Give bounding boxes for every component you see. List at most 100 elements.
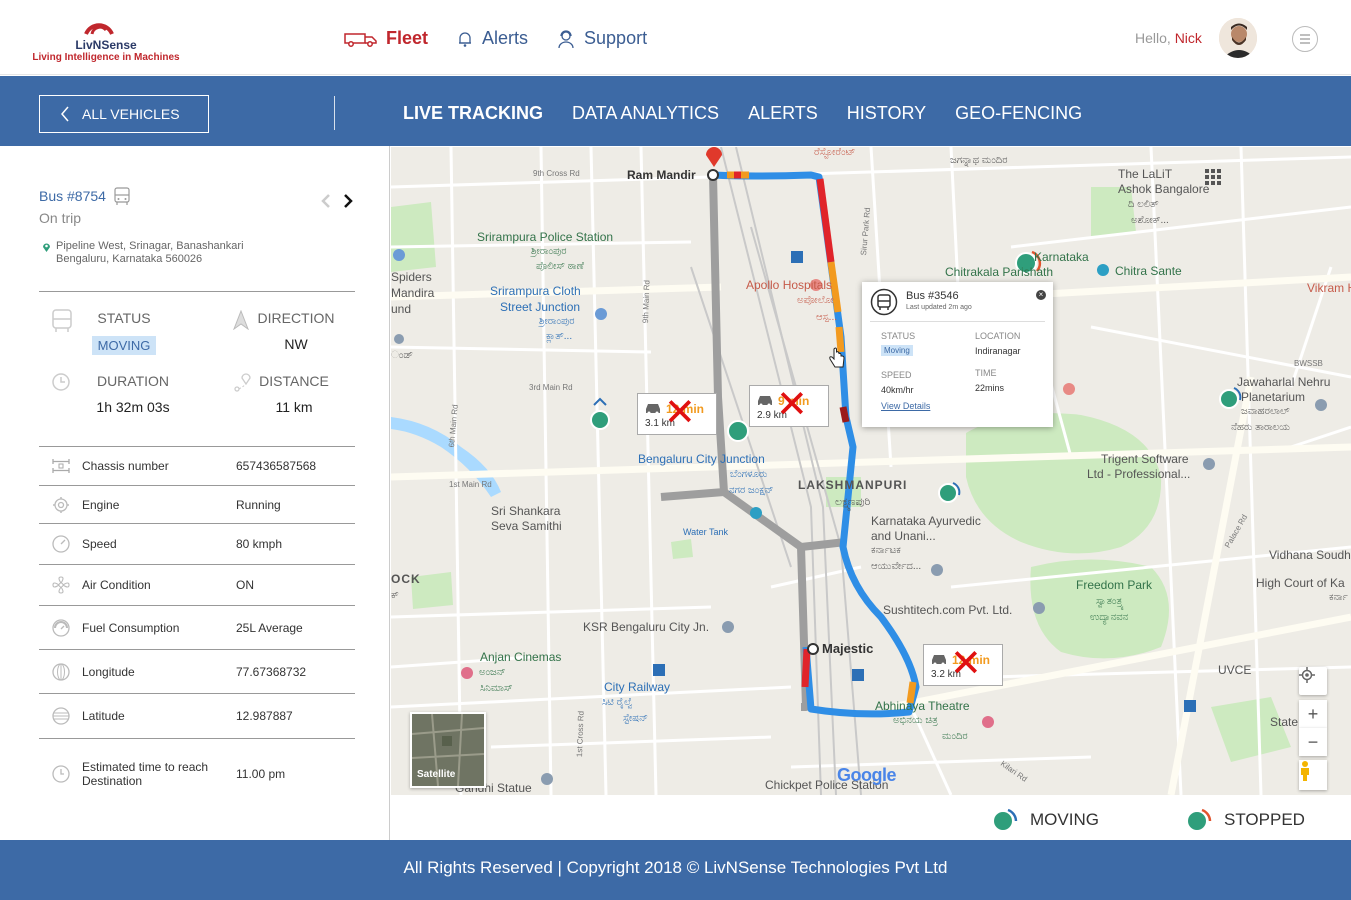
eta-callout[interactable]: 9 min 2.9 km ✕: [749, 384, 829, 427]
vehicle-name: Bus #8754: [39, 188, 106, 204]
hamburger-menu-button[interactable]: [1292, 26, 1318, 52]
chassis-icon: [51, 459, 70, 473]
street-view-button[interactable]: [1299, 760, 1327, 790]
road-label: 3rd Main Rd: [529, 383, 573, 392]
popup-speed-value: 40km/hr: [881, 385, 914, 395]
moving-vehicle-marker[interactable]: [590, 397, 610, 430]
fan-icon: [51, 576, 70, 594]
place-label: Street Junction: [500, 300, 581, 314]
popup-time-label: TIME: [975, 368, 997, 378]
close-x-icon[interactable]: ✕: [950, 643, 982, 683]
poi-pin-icon[interactable]: [1033, 602, 1045, 614]
place-label: Bengaluru City Junction: [638, 452, 765, 466]
place-label: Majestic: [822, 641, 874, 656]
vehicle-title: Bus #8754: [39, 186, 132, 206]
nav-fleet[interactable]: Fleet: [344, 28, 428, 49]
popup-bus-name: Bus #3546: [906, 290, 959, 302]
place-label: Ashok Bangalore: [1118, 182, 1210, 196]
route-end-marker[interactable]: [807, 643, 819, 655]
zoom-out-button[interactable]: −: [1299, 728, 1327, 756]
my-location-button[interactable]: [1299, 667, 1327, 695]
top-nav: Fleet Alerts Support: [344, 28, 647, 49]
nav-alerts[interactable]: Alerts: [456, 28, 528, 49]
metro-icon: [653, 664, 665, 676]
place-label: City Railway: [604, 680, 671, 694]
duration-stat: DURATION 1h 32m 03s: [78, 373, 188, 415]
poi-pin-icon[interactable]: [1203, 458, 1215, 470]
poi-pin-icon[interactable]: [931, 564, 943, 576]
detail-row-eta: Estimated time to reach Destination 11.0…: [39, 746, 355, 802]
poi-pin-icon[interactable]: [722, 621, 734, 633]
all-vehicles-button[interactable]: ALL VEHICLES: [39, 95, 209, 133]
legend-stopped-label: STOPPED: [1224, 810, 1305, 829]
satellite-toggle[interactable]: Satellite: [410, 712, 486, 788]
place-label: BWSSB: [1294, 359, 1323, 368]
brand-logo[interactable]: LivNSense Living Intelligence in Machine…: [26, 6, 196, 66]
place-label: ಬೆಂಗಳೂರು: [730, 469, 768, 480]
poi-pin-icon[interactable]: [461, 667, 473, 679]
google-logo: Google: [837, 765, 897, 786]
nav-support[interactable]: Support: [556, 28, 647, 49]
park-area: [391, 202, 436, 272]
popup-time-value: 22mins: [975, 383, 1005, 393]
road-label: 1st Cross Rd: [575, 710, 586, 758]
view-details-link[interactable]: View Details: [881, 401, 930, 411]
clock-icon: [51, 765, 70, 783]
moving-vehicle-marker[interactable]: [727, 420, 749, 442]
zoom-in-button[interactable]: +: [1299, 700, 1327, 728]
place-label: ಕರ್ನಾ: [1329, 592, 1348, 603]
detail-label: Estimated time to reach Destination: [82, 760, 209, 788]
detail-label: Latitude: [82, 709, 125, 723]
poi-pin-icon[interactable]: [541, 773, 553, 785]
place-label: ಸಿಟಿ ರೈಲ್ವೆ: [602, 697, 633, 708]
place-label: OCK: [391, 572, 421, 586]
map-canvas: [391, 147, 1351, 795]
moving-vehicle-marker[interactable]: [938, 482, 961, 503]
popup-close-button[interactable]: ×: [1036, 290, 1046, 300]
live-map[interactable]: Ram Mandir Majestic LAKSHMANPURI ಲಕ್ಷ್ಮಣ…: [391, 147, 1351, 795]
poi-pin-icon[interactable]: [1315, 399, 1327, 411]
poi-pin-icon[interactable]: [750, 507, 762, 519]
crosshair-icon: [1299, 667, 1315, 683]
detail-value: 657436587568: [236, 459, 317, 473]
poi-pin-icon[interactable]: [393, 249, 405, 261]
close-x-icon[interactable]: ✕: [776, 384, 808, 424]
poi-pin-icon[interactable]: [1097, 264, 1109, 276]
top-header: LivNSense Living Intelligence in Machine…: [0, 0, 1351, 75]
tab-alerts[interactable]: ALERTS: [748, 103, 818, 124]
status-label: STATUS: [97, 310, 151, 326]
close-x-icon[interactable]: ✕: [664, 392, 696, 432]
road-label: 1st Main Rd: [449, 480, 492, 489]
divider: [870, 321, 1045, 322]
car-icon: [646, 404, 660, 415]
poi-pin-icon[interactable]: [1063, 383, 1075, 395]
poi-pin-icon[interactable]: [982, 716, 994, 728]
vehicle-address: Pipeline West, Srinagar, Banashankari Be…: [42, 240, 282, 266]
eta-callout[interactable]: 12 min 3.1 km ✕: [637, 392, 717, 435]
speedometer-icon: [51, 535, 70, 553]
previous-vehicle-button[interactable]: [320, 192, 332, 210]
place-label: ಅಶೋಕ್...: [1131, 215, 1169, 226]
tab-history[interactable]: HISTORY: [847, 103, 926, 124]
traffic-segment: [839, 406, 850, 423]
poi-pin-icon[interactable]: [394, 334, 404, 344]
destination-pin-icon[interactable]: [706, 147, 722, 167]
eta-callout[interactable]: 12 min 3.2 km ✕: [923, 643, 1003, 686]
route-start-marker[interactable]: [707, 169, 719, 181]
user-greeting: Hello, Nick: [1135, 30, 1202, 46]
next-vehicle-button[interactable]: [342, 192, 354, 210]
road-label: 9th Main Rd: [641, 279, 652, 324]
duration-label: DURATION: [96, 373, 170, 389]
traveled-route: [800, 538, 847, 551]
place-label: Apollo Hospitals: [746, 278, 833, 292]
place-label: Sushtitech.com Pvt. Ltd.: [883, 603, 1013, 617]
moving-vehicle-marker[interactable]: [1219, 387, 1242, 409]
place-label: ಆಯುರ್ವೇದ...: [871, 561, 922, 572]
poi-pin-icon[interactable]: [595, 308, 607, 320]
detail-row-chassis: Chassis number 657436587568: [39, 447, 355, 486]
tab-data-analytics[interactable]: DATA ANALYTICS: [572, 103, 719, 124]
tab-live-tracking[interactable]: LIVE TRACKING: [403, 103, 543, 124]
place-label: KSR Bengaluru City Jn.: [583, 620, 710, 634]
avatar[interactable]: [1219, 18, 1257, 58]
tab-geo-fencing[interactable]: GEO-FENCING: [955, 103, 1082, 124]
